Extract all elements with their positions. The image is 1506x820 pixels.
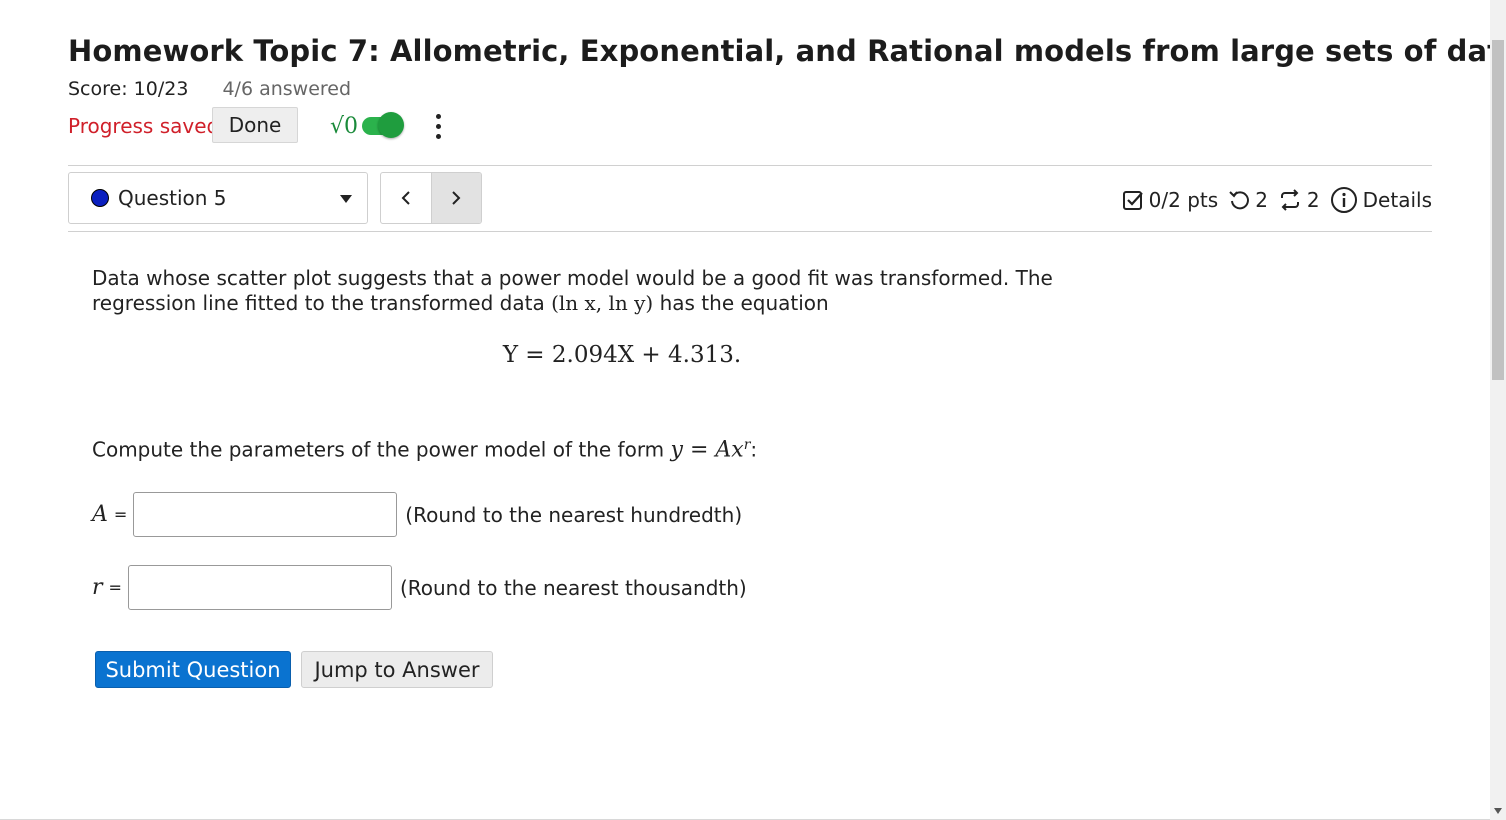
retries-indicator: 2 bbox=[1228, 188, 1268, 212]
prompt-math: y = Ax bbox=[670, 437, 744, 463]
chevron-left-icon bbox=[401, 191, 410, 205]
answer-a-variable: A bbox=[92, 502, 108, 527]
prompt-text: Compute the parameters of the power mode… bbox=[92, 437, 671, 462]
toggle-knob bbox=[378, 112, 405, 138]
scrollbar-thumb[interactable] bbox=[1492, 40, 1504, 380]
answer-r-variable: r bbox=[92, 575, 103, 600]
toggle-switch[interactable] bbox=[362, 112, 405, 138]
answer-a-input[interactable] bbox=[133, 492, 398, 537]
next-question-button[interactable] bbox=[430, 173, 481, 223]
divider-question bbox=[68, 231, 1432, 232]
divider-top bbox=[68, 165, 1432, 166]
retries-count: 2 bbox=[1255, 188, 1268, 212]
answer-row-r: r = (Round to the nearest thousandth) bbox=[92, 565, 747, 610]
score-line: Score: 10/23 4/6 answered bbox=[68, 78, 351, 100]
regression-equation: Y = 2.094X + 4.313. bbox=[502, 342, 742, 368]
swap-icon bbox=[1280, 189, 1299, 211]
score-text: Score: 10/23 bbox=[68, 78, 189, 100]
points-indicator: 0/2 pts bbox=[1122, 188, 1219, 212]
question-text: Data whose scatter plot suggests that a … bbox=[92, 266, 1152, 316]
caret-down-icon bbox=[340, 195, 352, 203]
chevron-right-icon bbox=[452, 191, 461, 205]
answer-a-hint: (Round to the nearest hundredth) bbox=[405, 502, 743, 527]
details-button[interactable]: Details bbox=[1330, 186, 1432, 214]
previous-question-button[interactable] bbox=[381, 173, 431, 223]
done-button[interactable]: Done bbox=[212, 107, 298, 143]
similar-count: 2 bbox=[1306, 188, 1320, 212]
retry-icon bbox=[1229, 191, 1250, 210]
page-title: Homework Topic 7: Allometric, Exponentia… bbox=[68, 34, 1506, 68]
question-intro-math: (ln x, ln y) bbox=[551, 291, 654, 315]
points-text: 0/2 pts bbox=[1148, 188, 1219, 212]
scrollbar[interactable] bbox=[1490, 0, 1506, 820]
sqrt-icon: √0 bbox=[330, 113, 359, 139]
answer-r-input[interactable] bbox=[127, 565, 392, 610]
info-icon bbox=[1330, 187, 1357, 213]
answered-count: 4/6 answered bbox=[222, 78, 352, 100]
question-meta: 0/2 pts 2 2 Details bbox=[1112, 182, 1432, 218]
question-selector-label: Question 5 bbox=[118, 186, 227, 210]
answer-row-a: A = (Round to the nearest hundredth) bbox=[92, 492, 742, 537]
progress-saved-status: Progress saved bbox=[68, 114, 220, 138]
question-status-dot-icon bbox=[91, 189, 109, 207]
jump-to-answer-button[interactable]: Jump to Answer bbox=[301, 651, 493, 688]
question-nav-buttons bbox=[380, 172, 482, 224]
similar-question-indicator[interactable]: 2 bbox=[1278, 188, 1320, 212]
question-prompt: Compute the parameters of the power mode… bbox=[92, 437, 757, 463]
scroll-down-arrow-icon[interactable] bbox=[1494, 808, 1502, 814]
answer-r-hint: (Round to the nearest thousandth) bbox=[399, 575, 747, 600]
prompt-end: : bbox=[750, 437, 758, 462]
answer-a-equals: = bbox=[113, 505, 128, 524]
checkbox-icon bbox=[1122, 191, 1143, 210]
answer-r-equals: = bbox=[108, 578, 122, 597]
question-selector[interactable]: Question 5 bbox=[68, 172, 368, 224]
submit-question-button[interactable]: Submit Question bbox=[95, 651, 291, 688]
details-label: Details bbox=[1362, 188, 1432, 212]
more-options-icon[interactable] bbox=[430, 108, 446, 144]
question-intro-part2: has the equation bbox=[653, 291, 829, 315]
math-display-toggle[interactable]: √0 bbox=[330, 110, 405, 142]
